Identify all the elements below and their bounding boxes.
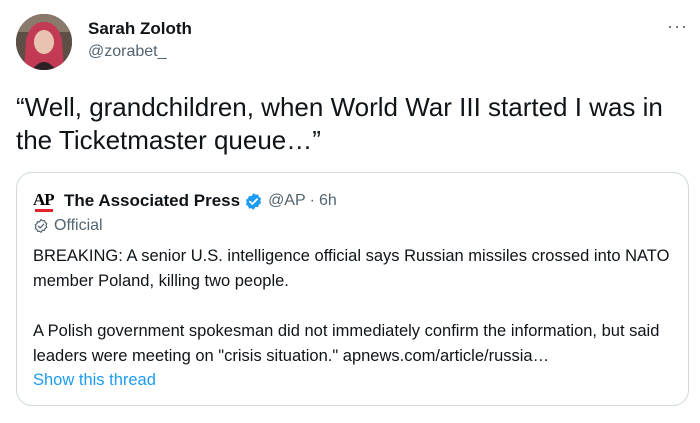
quoted-tweet[interactable]: AP The Associated Press @AP · 6h Officia…	[16, 172, 689, 406]
author-name[interactable]: Sarah Zoloth	[88, 19, 192, 39]
official-label-text: Official	[54, 217, 103, 234]
ap-logo-text: AP	[33, 190, 55, 209]
ap-logo: AP	[33, 189, 55, 213]
more-icon[interactable]: ···	[667, 16, 688, 37]
verified-badge-icon	[244, 192, 263, 211]
official-badge-icon	[34, 218, 48, 234]
separator-dot: ·	[309, 192, 315, 209]
quoted-author-handle[interactable]: @AP	[268, 192, 306, 210]
official-label: Official	[33, 217, 103, 235]
quoted-tweet-header: AP The Associated Press @AP · 6h	[33, 189, 337, 213]
ap-logo-underline	[35, 209, 53, 212]
quoted-paragraph-2: A Polish government spokesman did not im…	[33, 322, 660, 365]
author-avatar[interactable]	[16, 14, 72, 70]
tweet-text: “Well, grandchildren, when World War III…	[16, 92, 663, 155]
author-handle[interactable]: @zorabet_	[88, 43, 167, 61]
quoted-tweet-body: BREAKING: A senior U.S. intelligence off…	[33, 244, 683, 369]
quoted-author-name[interactable]: The Associated Press	[64, 191, 240, 211]
quoted-paragraph-1: BREAKING: A senior U.S. intelligence off…	[33, 247, 670, 290]
show-thread-link[interactable]: Show this thread	[33, 371, 156, 390]
quoted-timestamp[interactable]: 6h	[319, 192, 337, 210]
